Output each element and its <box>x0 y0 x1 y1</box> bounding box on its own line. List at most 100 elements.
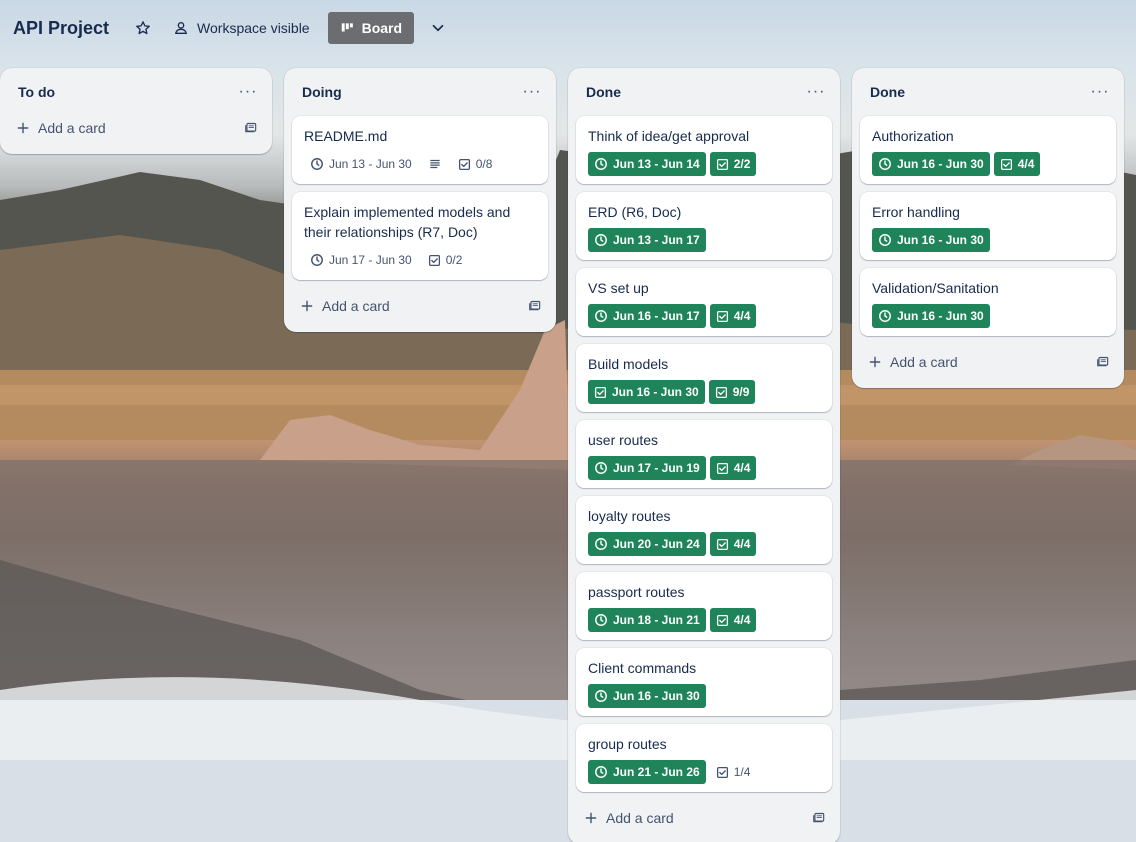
list-title[interactable]: Done <box>870 84 905 100</box>
due-date-badge[interactable]: Jun 21 - Jun 26 <box>588 760 706 784</box>
card[interactable]: Build models Jun 16 - Jun 30 9/9 <box>576 344 832 412</box>
clock-icon <box>595 234 607 246</box>
due-date-text: Jun 16 - Jun 30 <box>613 689 700 703</box>
create-from-template-button[interactable] <box>244 120 258 137</box>
add-card-label: Add a card <box>890 354 958 370</box>
card[interactable]: VS set up Jun 16 - Jun 17 4/4 <box>576 268 832 336</box>
checklist-count: 4/4 <box>733 461 751 475</box>
list[interactable]: To do ··· Add a card <box>0 68 272 154</box>
card[interactable]: group routes Jun 21 - Jun 26 1/4 <box>576 724 832 792</box>
star-button[interactable] <box>127 12 159 44</box>
due-date-badge[interactable]: Jun 17 - Jun 19 <box>588 456 706 480</box>
checklist-icon <box>716 462 728 474</box>
clock-icon <box>311 158 323 170</box>
checklist-icon <box>716 310 728 322</box>
check-box-icon <box>594 386 607 398</box>
checklist-icon <box>715 386 727 398</box>
due-date-badge[interactable]: Jun 16 - Jun 30 <box>588 684 706 708</box>
card[interactable]: Error handling Jun 16 - Jun 30 <box>860 192 1116 260</box>
add-card-button[interactable]: Add a card <box>576 800 832 836</box>
list-title[interactable]: Doing <box>302 84 342 100</box>
card[interactable]: Validation/Sanitation Jun 16 - Jun 30 <box>860 268 1116 336</box>
card[interactable]: README.md Jun 13 - Jun 30 0/8 <box>292 116 548 184</box>
description-icon <box>430 159 440 169</box>
checklist-count: 4/4 <box>733 309 751 323</box>
due-date-badge[interactable]: Jun 16 - Jun 30 <box>872 304 990 328</box>
board-view-button[interactable]: Board <box>327 12 415 44</box>
due-date-badge[interactable]: Jun 16 - Jun 30 <box>588 380 705 404</box>
checklist-count: 9/9 <box>732 385 750 399</box>
due-date-badge[interactable]: Jun 16 - Jun 30 <box>872 228 990 252</box>
card[interactable]: Explain implemented models and their rel… <box>292 192 548 280</box>
create-from-template-button[interactable] <box>528 298 542 315</box>
due-date-badge[interactable]: Jun 13 - Jun 17 <box>588 228 706 252</box>
list-title[interactable]: To do <box>18 84 55 100</box>
checklist-count: 0/2 <box>445 253 463 267</box>
due-date-badge[interactable]: Jun 18 - Jun 21 <box>588 608 706 632</box>
card[interactable]: Think of idea/get approval Jun 13 - Jun … <box>576 116 832 184</box>
list-header[interactable]: To do ··· <box>8 68 264 116</box>
list-header[interactable]: Done ··· <box>576 68 832 116</box>
checklist-badge: 2/2 <box>709 152 757 176</box>
card-template-icon <box>245 122 257 132</box>
list-menu-button[interactable]: ··· <box>520 83 544 101</box>
due-date-text: Jun 13 - Jun 30 <box>329 157 412 171</box>
create-from-template-button[interactable] <box>812 810 826 827</box>
card-title: Error handling <box>872 204 960 220</box>
list-menu-button[interactable]: ··· <box>1088 83 1112 101</box>
due-date-text: Jun 16 - Jun 30 <box>897 233 984 247</box>
card-title: ERD (R6, Doc) <box>588 204 682 220</box>
list[interactable]: Done ··· Think of idea/get approval Jun … <box>568 68 840 842</box>
clock-icon <box>595 158 607 170</box>
due-date-text: Jun 13 - Jun 17 <box>613 233 700 247</box>
card-list: Authorization Jun 16 - Jun 30 4/4 Error h… <box>860 116 1116 336</box>
card[interactable]: loyalty routes Jun 20 - Jun 24 4/4 <box>576 496 832 564</box>
list[interactable]: Done ··· Authorization Jun 16 - Jun 30 4/… <box>852 68 1124 388</box>
list-title[interactable]: Done <box>586 84 621 100</box>
clock-icon <box>879 234 891 246</box>
add-card-button[interactable]: Add a card <box>8 110 264 146</box>
card-title: README.md <box>304 128 388 144</box>
card[interactable]: Authorization Jun 16 - Jun 30 4/4 <box>860 116 1116 184</box>
create-from-template-button[interactable] <box>1096 354 1110 371</box>
card[interactable]: user routes Jun 17 - Jun 19 4/4 <box>576 420 832 488</box>
card-template-icon <box>1097 356 1109 366</box>
visibility-button[interactable]: Workspace visible <box>163 12 320 44</box>
add-card-button[interactable]: Add a card <box>292 288 548 324</box>
card-list: README.md Jun 13 - Jun 30 0/8 Explain imp… <box>292 116 548 280</box>
due-date-badge[interactable]: Jun 16 - Jun 17 <box>588 304 706 328</box>
card[interactable]: Client commands Jun 16 - Jun 30 <box>576 648 832 716</box>
card-badges: Jun 17 - Jun 30 0/2 <box>304 248 536 272</box>
card-badges: Jun 20 - Jun 24 4/4 <box>588 532 820 556</box>
list-menu-button[interactable]: ··· <box>236 83 260 101</box>
due-date-text: Jun 13 - Jun 14 <box>613 157 700 171</box>
checklist-badge: 0/2 <box>422 248 469 272</box>
clock-icon <box>595 310 607 322</box>
due-date-badge[interactable]: Jun 13 - Jun 30 <box>304 152 418 176</box>
due-date-badge[interactable]: Jun 17 - Jun 30 <box>304 248 418 272</box>
card-badges: Jun 16 - Jun 30 <box>872 228 1104 252</box>
board-title[interactable]: API Project <box>13 18 109 39</box>
list-menu-button[interactable]: ··· <box>804 83 828 101</box>
card-badges: Jun 16 - Jun 17 4/4 <box>588 304 820 328</box>
chevron-down-icon <box>432 24 444 32</box>
due-date-badge[interactable]: Jun 13 - Jun 14 <box>588 152 706 176</box>
list-header[interactable]: Done ··· <box>860 68 1116 116</box>
card[interactable]: passport routes Jun 18 - Jun 21 4/4 <box>576 572 832 640</box>
due-date-badge[interactable]: Jun 20 - Jun 24 <box>588 532 706 556</box>
list-header[interactable]: Doing ··· <box>292 68 548 116</box>
view-switcher-button[interactable] <box>422 12 454 44</box>
card[interactable]: ERD (R6, Doc) Jun 13 - Jun 17 <box>576 192 832 260</box>
checklist-icon <box>716 766 728 778</box>
description-badge <box>422 152 448 176</box>
card-title: Think of idea/get approval <box>588 128 750 144</box>
more-icon: ··· <box>238 83 258 100</box>
checklist-icon <box>716 614 728 626</box>
list[interactable]: Doing ··· README.md Jun 13 - Jun 30 0/8 E… <box>284 68 556 332</box>
clock-icon <box>879 158 891 170</box>
more-icon: ··· <box>522 83 542 100</box>
due-date-badge[interactable]: Jun 16 - Jun 30 <box>872 152 990 176</box>
add-card-label: Add a card <box>38 120 106 136</box>
add-card-button[interactable]: Add a card <box>860 344 1116 380</box>
more-icon: ··· <box>1090 83 1110 100</box>
